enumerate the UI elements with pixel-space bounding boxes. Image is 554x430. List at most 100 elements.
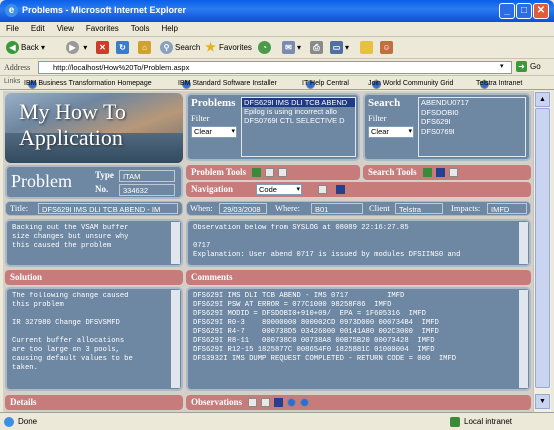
solution-panel: The following change caused this problem… — [5, 287, 183, 391]
comments-textarea[interactable]: DFS629I IMS DLI TCB ABEND - IMS 0717 IMF… — [193, 292, 518, 388]
navigation-select[interactable]: Code — [256, 184, 302, 195]
menu-tools[interactable]: Tools — [125, 22, 156, 35]
address-url: http://localhost/How%20To/Problem.aspx — [53, 63, 190, 72]
clear-search-icon[interactable] — [448, 168, 458, 178]
history-button[interactable]: ◔ — [258, 41, 273, 55]
print-button[interactable]: ⎙ — [310, 41, 325, 55]
stop-icon: ✕ — [96, 41, 109, 55]
search-list-item[interactable]: ABENDU0717 — [419, 98, 525, 108]
address-bar: Address http://localhost/How%20To/Proble… — [0, 59, 554, 76]
search-list-item[interactable]: DFSDOBI0 — [419, 108, 525, 118]
messenger-button[interactable]: ☺ — [380, 41, 395, 55]
when-label: When: — [190, 203, 213, 213]
page-status-icon — [4, 417, 14, 427]
impacts-label: Impacts: — [451, 203, 481, 213]
intranet-zone-icon — [450, 417, 460, 427]
details-bar: Details — [5, 395, 183, 410]
problem-no-field[interactable]: 334632 — [119, 184, 175, 196]
problem-heading-panel: Problem Type ITAM No. 334632 — [5, 165, 183, 199]
go-arrow-icon[interactable]: ➜ — [516, 61, 527, 72]
solution-bar: Solution — [5, 270, 183, 285]
favorites-star-icon: ★ — [205, 40, 216, 55]
menu-edit[interactable]: Edit — [25, 22, 51, 35]
observations-bar: Observations — [186, 395, 531, 410]
back-arrow-icon: ◀ — [6, 41, 19, 55]
binoculars-icon[interactable] — [435, 168, 445, 178]
stop-button[interactable]: ✕ — [96, 41, 111, 55]
problem-type-field[interactable]: ITAM — [119, 170, 175, 182]
edit-button[interactable]: ▭ ▾ — [330, 41, 349, 55]
approve-icon[interactable] — [422, 168, 432, 178]
search-list-item[interactable]: DFS629I — [419, 117, 525, 127]
problem-no-label: No. — [95, 184, 109, 194]
menu-file[interactable]: File — [0, 22, 25, 35]
copy-document-icon[interactable] — [278, 168, 288, 178]
menu-favorites[interactable]: Favorites — [80, 22, 125, 35]
edit-icon: ▭ — [330, 41, 343, 55]
scroll-thumb[interactable] — [535, 108, 550, 388]
comments-label: Comments — [191, 272, 233, 282]
problems-list-item[interactable]: DFS0769I CTL SELECTIVE D — [242, 116, 355, 125]
problems-filter-select[interactable]: Clear — [191, 126, 237, 138]
address-input[interactable]: http://localhost/How%20To/Problem.aspx — [38, 61, 512, 74]
home-button[interactable]: ⌂ — [138, 41, 153, 55]
messenger-icon: ☺ — [380, 41, 393, 55]
problems-list-item[interactable]: Epilog is using incorrect allo — [242, 107, 355, 116]
observation-scrollbar[interactable] — [519, 222, 528, 264]
new-document-icon[interactable] — [248, 398, 258, 408]
mail-button[interactable]: ✉ ▾ — [282, 41, 301, 55]
links-label: Links — [4, 78, 21, 85]
address-label: Address — [4, 63, 31, 72]
address-dropdown-icon[interactable]: ▾ — [500, 62, 504, 70]
page-scrollbar[interactable]: ▲ ▼ — [533, 91, 551, 412]
solution-label: Solution — [10, 272, 43, 282]
window-title: Problems - Microsoft Internet Explorer — [22, 5, 187, 15]
title-field[interactable]: DFS629I IMS DLI TCB ABEND - IM — [38, 203, 178, 214]
save-icon[interactable] — [274, 398, 284, 408]
refresh-icon: ↻ — [116, 41, 129, 55]
copy-document-icon[interactable] — [261, 398, 271, 408]
solution-scrollbar[interactable] — [171, 290, 180, 388]
new-document-icon[interactable] — [318, 185, 327, 194]
approve-icon[interactable] — [252, 168, 262, 178]
problems-filter-label: Filter — [191, 113, 210, 123]
folder-button[interactable] — [360, 41, 375, 55]
where-field[interactable]: B01 — [311, 203, 363, 214]
favorites-button[interactable]: ★ Favorites — [204, 41, 252, 55]
client-field[interactable]: Telstra — [395, 203, 443, 214]
previous-icon[interactable] — [287, 398, 297, 408]
observation-textarea[interactable]: Observation below from SYSLOG at 08089 2… — [193, 224, 518, 264]
description-textarea[interactable]: Backing out the VSAM buffer size changes… — [12, 224, 172, 264]
banner-title-line2: Application — [19, 125, 123, 150]
scroll-down-icon[interactable]: ▼ — [535, 394, 550, 409]
banner-image: My How To Application — [5, 93, 183, 163]
search-list-item[interactable]: DFS0769I — [419, 127, 525, 137]
impacts-field[interactable]: IMFD — [487, 203, 527, 214]
search-filter-select[interactable]: Clear — [368, 126, 414, 138]
solution-textarea[interactable]: The following change caused this problem… — [12, 292, 172, 388]
menu-help[interactable]: Help — [155, 22, 183, 35]
search-list[interactable]: ABENDU0717 DFSDOBI0 DFS629I DFS0769I — [418, 97, 526, 157]
status-text: Done — [18, 417, 38, 426]
go-button[interactable]: Go — [530, 62, 541, 71]
comments-scrollbar[interactable] — [519, 290, 528, 388]
problems-list-item[interactable]: DFS629I IMS DLI TCB ABEND — [242, 98, 355, 107]
save-icon[interactable] — [336, 185, 345, 194]
forward-button[interactable]: ▶ ▾ — [66, 41, 87, 55]
when-field[interactable]: 29/03/2008 — [219, 203, 267, 214]
back-button[interactable]: ◀ Back ▾ — [6, 41, 45, 55]
scroll-up-icon[interactable]: ▲ — [535, 92, 550, 107]
menu-view[interactable]: View — [51, 22, 80, 35]
minimize-button[interactable]: _ — [499, 3, 515, 19]
search-button[interactable]: ⚲ Search — [160, 41, 200, 55]
problems-list[interactable]: DFS629I IMS DLI TCB ABEND Epilog is usin… — [241, 97, 356, 157]
close-button[interactable]: ✕ — [533, 3, 549, 19]
description-scrollbar[interactable] — [171, 222, 180, 264]
observations-label: Observations — [191, 397, 243, 407]
problem-heading: Problem — [11, 171, 72, 191]
next-icon[interactable] — [300, 398, 310, 408]
new-document-icon[interactable] — [265, 168, 275, 178]
maximize-button[interactable]: □ — [516, 3, 532, 19]
search-title: Search — [368, 97, 401, 109]
refresh-button[interactable]: ↻ — [116, 41, 131, 55]
